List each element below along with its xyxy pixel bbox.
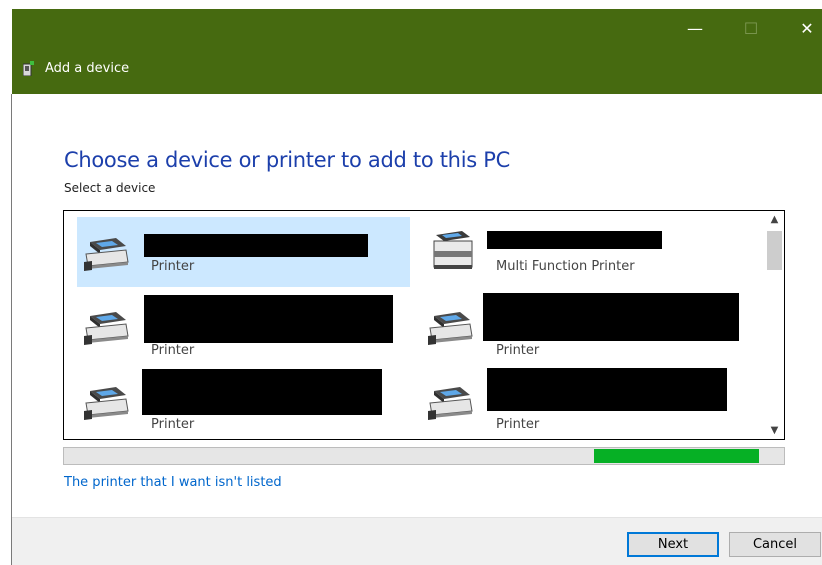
close-button[interactable]: ✕: [784, 9, 822, 49]
title-bar: Add a device — ☐ ✕: [12, 9, 822, 94]
select-device-label: Select a device: [64, 181, 156, 195]
button-bar: Next Cancel: [12, 517, 822, 565]
progress-marquee: [594, 449, 759, 463]
device-type-label: Printer: [151, 259, 195, 274]
printer-icon: [84, 238, 129, 271]
device-name-redacted: [144, 234, 368, 257]
scroll-down-arrow-icon[interactable]: ▼: [765, 422, 784, 439]
device-name-redacted: [144, 295, 393, 343]
printer-icon: [428, 312, 473, 345]
device-name-redacted: [487, 368, 727, 411]
scroll-up-arrow-icon[interactable]: ▲: [765, 211, 784, 228]
device-name-redacted: [142, 369, 382, 415]
next-button[interactable]: Next: [627, 532, 719, 557]
device-name-redacted: [487, 231, 662, 249]
device-item[interactable]: Printer: [421, 291, 754, 361]
printer-not-listed-link[interactable]: The printer that I want isn't listed: [64, 475, 282, 490]
search-progress-bar: [63, 447, 785, 465]
device-app-icon: [23, 61, 34, 76]
maximize-button[interactable]: ☐: [728, 9, 774, 49]
window-title: Add a device: [45, 61, 130, 76]
printer-icon: [428, 387, 473, 420]
device-name-redacted: [483, 293, 739, 341]
device-type-label: Printer: [496, 417, 540, 432]
printer-icon: [84, 312, 129, 345]
cancel-button[interactable]: Cancel: [729, 532, 821, 557]
device-item[interactable]: Multi Function Printer: [421, 217, 754, 287]
multifunction-printer-icon: [433, 231, 473, 269]
device-type-label: Printer: [151, 417, 195, 432]
device-item[interactable]: Printer: [77, 291, 410, 361]
page-heading: Choose a device or printer to add to thi…: [64, 148, 510, 172]
device-item[interactable]: Printer: [77, 366, 410, 436]
vertical-scrollbar[interactable]: ▲ ▼: [765, 211, 784, 439]
device-type-label: Printer: [151, 343, 195, 358]
device-item[interactable]: Printer: [421, 366, 754, 436]
device-item[interactable]: Printer: [77, 217, 410, 287]
scrollbar-thumb[interactable]: [767, 231, 782, 270]
device-list[interactable]: Printer Multi Function Printer Printer P…: [63, 210, 785, 440]
window-frame: [11, 94, 12, 565]
device-type-label: Multi Function Printer: [496, 259, 635, 274]
device-type-label: Printer: [496, 343, 540, 358]
minimize-button[interactable]: —: [672, 9, 718, 49]
printer-icon: [84, 387, 129, 420]
